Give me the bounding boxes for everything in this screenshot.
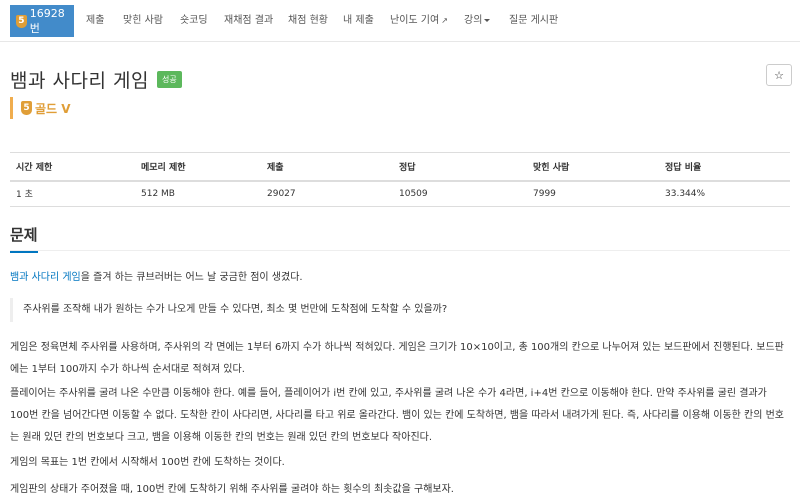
problem-number-label: 16928번 [29, 6, 65, 35]
header-time-limit: 시간 제한 [10, 152, 135, 182]
cell-memory-limit: 512 MB [135, 180, 261, 207]
header-solvers: 맞힌 사람 [527, 152, 659, 182]
tier-gold-icon: 5 [16, 14, 27, 28]
problem-intro: 뱀과 사다리 게임을 즐겨 하는 큐브러버는 어느 날 궁금한 점이 생겼다. [10, 267, 788, 289]
nav-rejudge-link[interactable]: 재채점 결과 [224, 0, 273, 42]
section-divider [10, 250, 790, 251]
nav-lecture-dropdown[interactable]: 강의 [464, 0, 491, 42]
problem-quote: 주사위를 조작해 내가 원하는 수가 나오게 만들 수 있다면, 최소 몇 번만… [10, 298, 788, 322]
nav-lecture-label: 강의 [464, 15, 483, 26]
cell-accepted: 10509 [393, 180, 527, 207]
problem-number-tab[interactable]: 5 16928번 [10, 5, 74, 37]
favorite-star-button[interactable]: ☆ [766, 64, 792, 86]
nav-submit-link[interactable]: 제출 [86, 0, 104, 42]
nav-short-coding-link[interactable]: 숏코딩 [180, 0, 208, 42]
problem-nav-bar: 5 16928번 제출 맞힌 사람 숏코딩 재채점 결과 채점 현황 내 제출 … [0, 0, 800, 42]
header-accepted: 정답 [393, 152, 527, 182]
page-title: 뱀과 사다리 게임 [10, 70, 149, 92]
cell-submissions: 29027 [261, 180, 393, 207]
problem-paragraph-2: 플레이어는 주사위를 굴려 나온 수만큼 이동해야 한다. 예를 들어, 플레이… [10, 388, 785, 443]
nav-difficulty-link[interactable]: 난이도 기여 ↗ [390, 0, 448, 42]
game-link[interactable]: 뱀과 사다리 게임 [10, 272, 81, 283]
tier-gold-icon: 5 [21, 101, 32, 115]
cell-time-limit: 1 초 [10, 180, 135, 207]
cell-solvers: 7999 [527, 180, 659, 207]
tier-row: 5 골드 V [10, 97, 71, 119]
table-header-row: 시간 제한 메모리 제한 제출 정답 맞힌 사람 정답 비율 [10, 152, 790, 182]
header-memory-limit: 메모리 제한 [135, 152, 261, 182]
nav-solvers-link[interactable]: 맞힌 사람 [123, 0, 163, 42]
intro-text: 을 즐겨 하는 큐브러버는 어느 날 궁금한 점이 생겼다. [80, 272, 303, 283]
header-submissions: 제출 [261, 152, 393, 182]
nav-my-submissions-link[interactable]: 내 제출 [343, 0, 374, 42]
problem-paragraph-4: 게임판의 상태가 주어졌을 때, 100번 칸에 도착하기 위해 주사위를 굴려… [10, 484, 454, 495]
cell-accept-ratio: 33.344% [659, 180, 790, 207]
problem-paragraph-1: 게임은 정육면체 주사위를 사용하며, 주사위의 각 면에는 1부터 6까지 수… [10, 342, 784, 375]
chevron-down-icon [484, 18, 491, 22]
table-row: 1 초 512 MB 29027 10509 7999 33.344% [10, 180, 790, 207]
header-accept-ratio: 정답 비율 [659, 152, 790, 182]
problem-paragraph-3: 게임의 목표는 1번 칸에서 시작해서 100번 칸에 도착하는 것이다. [10, 457, 285, 468]
nav-qna-link[interactable]: 질문 게시판 [509, 0, 558, 42]
problem-info-table: 시간 제한 메모리 제한 제출 정답 맞힌 사람 정답 비율 1 초 512 M… [10, 152, 790, 207]
nav-difficulty-label: 난이도 기여 [390, 15, 440, 26]
nav-status-link[interactable]: 채점 현황 [288, 0, 328, 42]
star-icon: ☆ [774, 68, 784, 82]
status-badge: 성공 [156, 71, 182, 88]
tier-label: 골드 V [35, 101, 71, 116]
external-link-icon: ↗ [441, 16, 448, 25]
title-row: 뱀과 사다리 게임 성공 [10, 66, 182, 93]
section-title-problem: 문제 [10, 224, 38, 253]
